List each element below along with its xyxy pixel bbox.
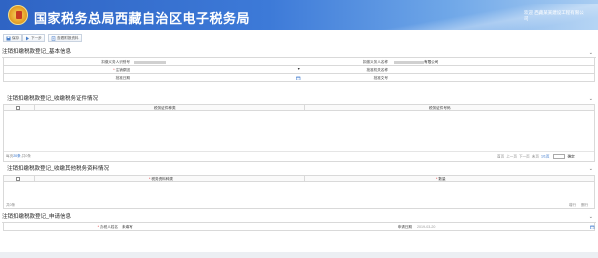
page-number-input[interactable] <box>552 154 565 159</box>
form-row-1: 扣缴义务人识别号 扣缴义务人名称 有限公司 <box>3 58 595 66</box>
taxpayer-name-label: 扣缴义务人名称 <box>362 60 388 64</box>
view-materials-button[interactable]: 查看附报资料 <box>48 34 82 42</box>
form-row-2: * 注销原因 ▼ 批准机关名称 <box>3 66 595 74</box>
save-icon <box>6 36 10 41</box>
reason-label: * 注销原因 <box>113 68 130 72</box>
select-all-checkbox[interactable] <box>16 177 20 181</box>
approval-date-label: 批准日期 <box>115 76 130 80</box>
pager-first[interactable]: 首页 <box>497 154 504 158</box>
toolbar: 保存 下一步 查看附报资料 <box>0 34 598 44</box>
taxpayer-id-label: 扣缴义务人识别号 <box>101 60 130 64</box>
pager-next[interactable]: 下一页 <box>519 154 530 158</box>
chevron-down-icon[interactable]: ⌄ <box>589 50 593 56</box>
form-row-3: 批准日期 批准文号 <box>3 74 595 82</box>
pager: 首页 上一页 下一页 末页 1/1页 确定 <box>497 154 575 159</box>
pager-end[interactable]: 末页 <box>532 154 539 158</box>
material-summary: 共0条 <box>6 203 16 207</box>
save-label: 保存 <box>12 36 20 40</box>
pager-pages: 1/1页 <box>540 154 550 159</box>
site-title: 国家税务总局西藏自治区电子税务局 <box>34 11 251 26</box>
other-materials-section: 注销扣缴税款登记_收缴其他税务资料情况 ⌄ * 税务资料种类 * 数量 共0条 … <box>0 165 598 211</box>
basic-info-section: 注销扣缴税款登记_基本信息 ⌄ 扣缴义务人识别号 扣缴义务人名称 有限公司 * … <box>0 49 598 93</box>
col-cert-no: 税务证件号码 <box>429 106 451 111</box>
apply-info-section: 注销扣缴税款登记_申请信息 ⌄ * 办税人姓名 未填写 申请日期 2019-03… <box>0 213 598 237</box>
contact-label: * 办税人姓名 <box>97 225 118 229</box>
taxpayer-name-value: 有限公司 <box>424 60 439 64</box>
calendar-icon[interactable] <box>296 76 301 81</box>
contact-value[interactable]: 未填写 <box>122 225 133 230</box>
table-header <box>4 176 594 182</box>
approval-doc-label: 批准文号 <box>373 76 388 80</box>
user-welcome-cont: 司 <box>524 16 529 21</box>
delete-row-button[interactable]: 删行 <box>581 203 588 208</box>
calendar-icon[interactable] <box>590 225 595 230</box>
other-materials-table: * 税务资料种类 * 数量 共0条 增行 删行 <box>3 175 595 209</box>
certificates-table: 税务证件种类 税务证件号码 每页20条,共0条 首页 上一页 下一页 末页 1/… <box>3 104 595 162</box>
pager-prev[interactable]: 上一页 <box>506 154 517 158</box>
document-icon <box>51 36 55 41</box>
chevron-down-icon[interactable]: ⌄ <box>589 166 593 172</box>
select-all-checkbox[interactable] <box>16 106 20 110</box>
apply-date-value: 2019-03-20 <box>417 225 436 229</box>
certificates-title: 注销扣缴税款登记_收缴税务证件情况 <box>7 96 99 102</box>
taxpayer-id-value <box>134 60 166 64</box>
form-row-apply: * 办税人姓名 未填写 申请日期 2019-03-20 <box>3 223 595 231</box>
approval-org-label: 批准机关名称 <box>366 68 388 72</box>
approval-org-input[interactable] <box>394 67 594 73</box>
chevron-down-icon[interactable]: ⌄ <box>589 96 593 102</box>
view-materials-label: 查看附报资料 <box>57 36 79 40</box>
user-welcome: 欢迎 西藏某某建设工程有限公 <box>524 10 584 15</box>
next-label: 下一步 <box>31 36 42 40</box>
arrow-right-icon <box>25 36 29 41</box>
table-header <box>4 105 594 111</box>
certificates-section: 注销扣缴税款登记_收缴税务证件情况 ⌄ 税务证件种类 税务证件号码 每页20条,… <box>0 94 598 164</box>
other-materials-title: 注销扣缴税款登记_收缴其他税务资料情况 <box>7 166 110 172</box>
taxpayer-name-redacted <box>394 60 424 64</box>
approval-date-input[interactable] <box>132 75 304 81</box>
basic-info-title: 注销扣缴税款登记_基本信息 <box>2 49 72 55</box>
reason-select[interactable] <box>132 67 304 73</box>
user-info[interactable]: 欢迎 西藏某某建设工程有限公 司 <box>524 10 594 22</box>
next-button[interactable]: 下一步 <box>22 34 45 42</box>
pager-go-button[interactable]: 确定 <box>568 154 575 158</box>
add-row-button[interactable]: 增行 <box>569 203 576 208</box>
save-button[interactable]: 保存 <box>3 34 23 42</box>
header-banner: 国家税务总局西藏自治区电子税务局 欢迎 西藏某某建设工程有限公 司 <box>0 0 598 30</box>
apply-info-title: 注销扣缴税款登记_申请信息 <box>2 214 72 220</box>
col-material-count: * 数量 <box>436 177 446 182</box>
page-summary: 每页20条,共0条 <box>6 154 31 158</box>
col-cert-type: 税务证件种类 <box>154 106 176 111</box>
approval-doc-input[interactable] <box>394 75 594 81</box>
dropdown-arrow-icon[interactable]: ▼ <box>297 67 300 71</box>
tax-emblem-logo <box>8 5 28 25</box>
apply-date-label: 申请日期 <box>397 225 412 229</box>
col-material-type: * 税务资料种类 <box>149 177 173 182</box>
page-footer <box>0 252 598 258</box>
chevron-down-icon[interactable]: ⌄ <box>589 214 593 220</box>
page-size-link[interactable]: 20条 <box>13 154 21 158</box>
